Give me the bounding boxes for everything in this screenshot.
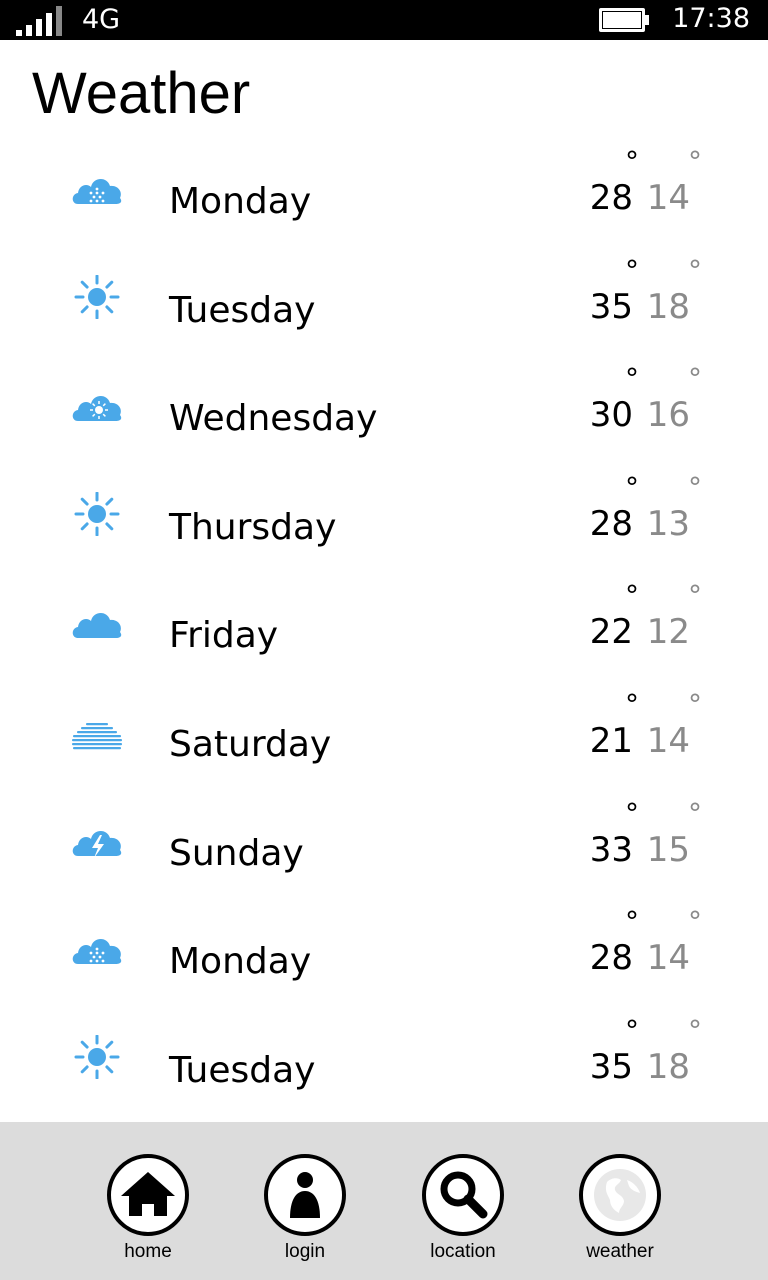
forecast-row[interactable]: Tuesday 35 ° 18 ° — [0, 1015, 768, 1122]
thunderstorm-icon — [70, 818, 124, 862]
app-bar: home login location weather — [0, 1122, 768, 1280]
degree-symbol: ° — [625, 579, 639, 613]
page-title: Weather — [32, 61, 251, 126]
login-label: login — [284, 1241, 326, 1262]
forecast-row[interactable]: Saturday 21 ° 14 ° — [0, 689, 768, 798]
fog-icon — [70, 709, 124, 753]
degree-symbol: ° — [625, 146, 639, 178]
login-button[interactable]: login — [250, 1152, 360, 1272]
day-name: Monday — [169, 181, 312, 222]
day-name: Thursday — [169, 506, 337, 548]
forecast-row[interactable]: Wednesday 30 ° 16 ° — [0, 363, 768, 472]
low-temperature: 13 — [646, 503, 690, 544]
forecast-row[interactable]: Monday 28 ° 14 ° — [0, 906, 768, 1015]
degree-symbol: ° — [625, 470, 639, 504]
forecast-row[interactable]: Tuesday 35 ° 18 ° — [0, 255, 768, 364]
home-button[interactable]: home — [93, 1152, 203, 1272]
day-name: Tuesday — [169, 289, 316, 331]
sun-icon — [70, 1034, 124, 1080]
home-icon — [121, 1172, 175, 1216]
high-temperature: 30 — [589, 395, 633, 436]
low-temperature: 12 — [646, 612, 690, 653]
high-temperature: 28 — [589, 938, 633, 979]
forecast-list[interactable]: Monday 28 ° 14 ° Tuesday 35 ° 18 ° Wednesday 30 ° 16 °… — [0, 146, 768, 1122]
degree-symbol: ° — [625, 796, 639, 830]
rain-cloud-icon — [70, 926, 124, 970]
low-temperature: 15 — [646, 829, 690, 870]
degree-symbol: ° — [688, 687, 702, 721]
low-temperature: 14 — [646, 178, 690, 218]
day-name: Wednesday — [169, 398, 378, 440]
degree-symbol: ° — [688, 470, 702, 504]
degree-symbol: ° — [688, 905, 702, 939]
forecast-row[interactable]: Thursday 28 ° 13 ° — [0, 472, 768, 581]
degree-symbol: ° — [688, 253, 702, 287]
degree-symbol: ° — [625, 905, 639, 939]
degree-symbol: ° — [688, 146, 702, 178]
high-temperature: 21 — [589, 720, 633, 761]
forecast-row[interactable]: Monday 28 ° 14 ° — [0, 146, 768, 255]
high-temperature: 33 — [589, 829, 633, 870]
degree-symbol: ° — [625, 1013, 639, 1047]
location-button[interactable]: location — [408, 1152, 518, 1272]
weather-button[interactable]: weather — [565, 1152, 675, 1272]
sun-icon — [70, 274, 124, 320]
home-label: home — [124, 1241, 172, 1262]
degree-symbol: ° — [625, 253, 639, 287]
degree-symbol: ° — [688, 796, 702, 830]
low-temperature: 14 — [646, 938, 690, 979]
degree-symbol: ° — [688, 579, 702, 613]
forecast-row[interactable]: Sunday 33 ° 15 ° — [0, 798, 768, 907]
clock: 17:38 — [672, 3, 750, 34]
weather-label: weather — [586, 1241, 654, 1262]
day-name: Saturday — [169, 723, 332, 765]
network-type: 4G — [82, 4, 121, 35]
partly-sunny-cloud-icon — [70, 383, 124, 427]
degree-symbol: ° — [625, 362, 639, 396]
day-name: Tuesday — [169, 1049, 316, 1091]
signal-strength-icon — [16, 6, 64, 36]
sun-icon — [70, 491, 124, 537]
forecast-row[interactable]: Friday 22 ° 12 ° — [0, 580, 768, 689]
degree-symbol: ° — [688, 362, 702, 396]
day-name: Friday — [169, 615, 279, 657]
high-temperature: 35 — [589, 1046, 633, 1087]
day-name: Sunday — [169, 832, 304, 874]
cloud-icon — [70, 600, 124, 644]
battery-icon — [599, 8, 649, 32]
high-temperature: 35 — [589, 286, 633, 327]
low-temperature: 18 — [646, 286, 690, 327]
search-icon — [440, 1171, 488, 1219]
rain-cloud-icon — [70, 166, 124, 210]
status-bar: 4G 17:38 — [0, 0, 768, 40]
high-temperature: 22 — [589, 612, 633, 653]
globe-icon — [594, 1169, 646, 1221]
low-temperature: 16 — [646, 395, 690, 436]
user-icon — [290, 1172, 320, 1218]
high-temperature: 28 — [589, 503, 633, 544]
high-temperature: 28 — [589, 178, 633, 218]
degree-symbol: ° — [688, 1013, 702, 1047]
degree-symbol: ° — [625, 687, 639, 721]
location-label: location — [430, 1241, 496, 1262]
low-temperature: 14 — [646, 720, 690, 761]
low-temperature: 18 — [646, 1046, 690, 1087]
day-name: Monday — [169, 941, 312, 983]
